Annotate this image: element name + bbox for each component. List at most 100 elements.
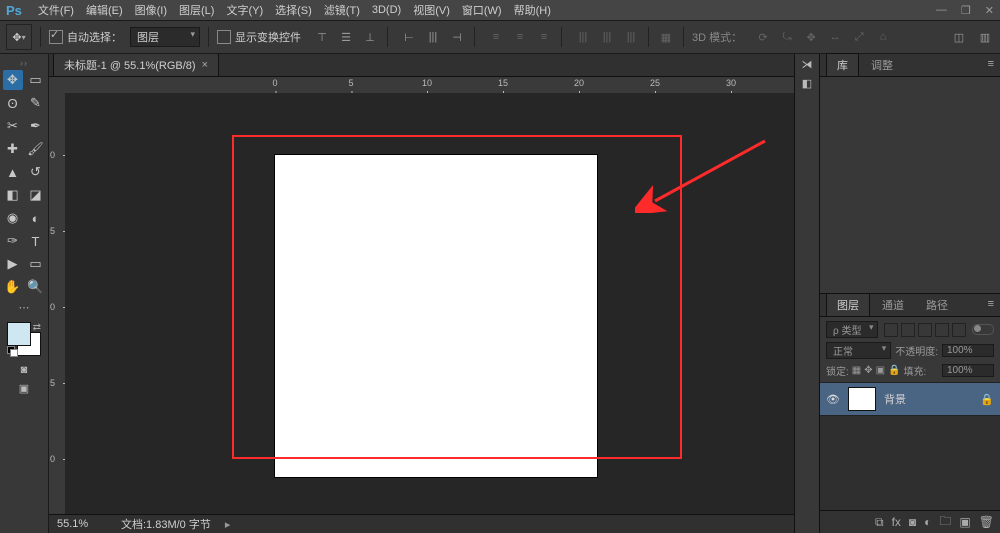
workspace-icon[interactable]: ▥ bbox=[976, 28, 994, 46]
distribute-bottom-icon[interactable]: ≡ bbox=[535, 28, 553, 46]
layer-item-background[interactable]: 👁 背景 🔒 bbox=[820, 382, 1000, 416]
layer-thumbnail[interactable] bbox=[848, 387, 876, 411]
tab-libraries[interactable]: 库 bbox=[826, 53, 859, 76]
distribute-top-icon[interactable]: ≡ bbox=[487, 28, 505, 46]
filter-adjust-icon[interactable] bbox=[901, 323, 915, 337]
lasso-tool[interactable]: ʘ bbox=[3, 93, 23, 113]
adjustment-layer-icon[interactable]: ◐ bbox=[924, 515, 931, 529]
patch-tool[interactable]: ✚ bbox=[3, 139, 23, 159]
zoom-tool[interactable]: 🔍 bbox=[26, 277, 46, 297]
new-layer-icon[interactable]: ▣ bbox=[959, 515, 970, 529]
doc-info-arrow-icon[interactable]: ▸ bbox=[225, 518, 231, 531]
align-bottom-icon[interactable]: ⊥ bbox=[361, 28, 379, 46]
pen-tool[interactable]: ✑ bbox=[3, 231, 23, 251]
layer-list[interactable]: 👁 背景 🔒 bbox=[820, 382, 1000, 510]
document-tab[interactable]: 未标题-1 @ 55.1%(RGB/8) × bbox=[53, 53, 219, 76]
layer-filter-switch[interactable] bbox=[972, 324, 994, 335]
marquee-tool[interactable]: ▭ bbox=[26, 70, 46, 90]
close-tab-icon[interactable]: × bbox=[202, 59, 208, 71]
delete-layer-icon[interactable]: 🗑 bbox=[979, 515, 994, 529]
auto-select-checkbox[interactable]: 自动选择： bbox=[49, 29, 122, 45]
panel-handle[interactable]: ›› bbox=[20, 58, 28, 68]
shape-tool[interactable]: ▭ bbox=[26, 254, 46, 274]
zoom-field[interactable]: 55.1% bbox=[57, 518, 107, 530]
link-layers-icon[interactable]: ⧉ bbox=[875, 515, 884, 530]
doc-info-label[interactable]: 文档:1.83M/0 字节 bbox=[121, 516, 211, 532]
eyedropper-tool[interactable]: ✒ bbox=[26, 116, 46, 136]
dodge-tool[interactable]: ◐ bbox=[26, 208, 46, 228]
quickmask-icon[interactable]: ◙ bbox=[21, 364, 28, 376]
layer-lock-icon[interactable]: 🔒 bbox=[980, 393, 994, 406]
close-button[interactable]: ✕ bbox=[985, 4, 994, 17]
history-brush-tool[interactable]: ↺ bbox=[26, 162, 46, 182]
slide-3d-icon[interactable]: ↔ bbox=[826, 28, 844, 46]
lock-position-icon[interactable]: ✥ bbox=[864, 365, 872, 376]
opacity-field[interactable]: 100% bbox=[942, 344, 994, 357]
gradient-tool[interactable]: ◪ bbox=[26, 185, 46, 205]
minimize-button[interactable]: — bbox=[936, 4, 947, 17]
ruler-corner[interactable] bbox=[49, 77, 66, 94]
align-left-icon[interactable]: ⊢ bbox=[400, 28, 418, 46]
tab-layers[interactable]: 图层 bbox=[826, 293, 870, 316]
swap-colors-icon[interactable]: ⇄ bbox=[33, 322, 41, 333]
filter-shape-icon[interactable] bbox=[935, 323, 949, 337]
menu-image[interactable]: 图像(I) bbox=[129, 2, 173, 18]
tab-adjustments[interactable]: 调整 bbox=[861, 54, 903, 76]
brush-tool[interactable]: 🖌 bbox=[26, 139, 46, 159]
tab-paths[interactable]: 路径 bbox=[916, 294, 958, 316]
lock-all-icon[interactable]: 🔒 bbox=[888, 365, 900, 376]
menu-edit[interactable]: 编辑(E) bbox=[80, 2, 129, 18]
orbit-3d-icon[interactable]: ⟳ bbox=[754, 28, 772, 46]
roll-3d-icon[interactable]: ⤿ bbox=[778, 28, 796, 46]
menu-select[interactable]: 选择(S) bbox=[269, 2, 318, 18]
blend-mode-select[interactable]: 正常 bbox=[826, 342, 891, 359]
lock-artboard-icon[interactable]: ▣ bbox=[876, 365, 885, 376]
menu-type[interactable]: 文字(Y) bbox=[220, 2, 269, 18]
canvas[interactable] bbox=[65, 93, 794, 514]
move-tool[interactable]: ✥ bbox=[3, 70, 23, 90]
type-tool[interactable]: T bbox=[26, 231, 46, 251]
crop-tool[interactable]: ✂ bbox=[3, 116, 23, 136]
hand-tool[interactable]: ✋ bbox=[3, 277, 23, 297]
auto-align-icon[interactable]: ▦ bbox=[657, 28, 675, 46]
distribute-left-icon[interactable]: ||| bbox=[574, 28, 592, 46]
quick-share-icon[interactable]: ◫ bbox=[950, 28, 968, 46]
tool-more-icon[interactable]: ⋯ bbox=[19, 301, 30, 314]
menu-layer[interactable]: 图层(L) bbox=[173, 2, 220, 18]
path-select-tool[interactable]: ▶ bbox=[3, 254, 23, 274]
restore-button[interactable]: ❐ bbox=[961, 4, 971, 17]
tab-channels[interactable]: 通道 bbox=[872, 294, 914, 316]
align-right-icon[interactable]: ⊣ bbox=[448, 28, 466, 46]
filter-type-icon[interactable] bbox=[918, 323, 932, 337]
document-page[interactable] bbox=[275, 155, 597, 477]
distribute-right-icon[interactable]: ||| bbox=[622, 28, 640, 46]
foreground-swatch[interactable] bbox=[7, 322, 31, 346]
layer-mask-icon[interactable]: ◙ bbox=[909, 515, 916, 529]
align-vcenter-icon[interactable]: ☰ bbox=[337, 28, 355, 46]
default-colors-icon[interactable] bbox=[7, 346, 17, 356]
distribute-vcenter-icon[interactable]: ≡ bbox=[511, 28, 529, 46]
lock-pixels-icon[interactable]: ▦ bbox=[852, 365, 861, 376]
filter-pixel-icon[interactable] bbox=[884, 323, 898, 337]
ruler-vertical[interactable]: 0 5 0 5 0 bbox=[49, 93, 66, 514]
color-swatches[interactable]: ⇄ bbox=[7, 322, 41, 356]
auto-select-target-select[interactable]: 图层 bbox=[130, 27, 200, 47]
layer-fx-icon[interactable]: fx bbox=[892, 515, 901, 529]
quick-select-tool[interactable]: ✎ bbox=[26, 93, 46, 113]
transform-controls-checkbox[interactable]: 显示变换控件 bbox=[217, 29, 301, 45]
ruler-horizontal[interactable]: 0 5 10 15 20 25 30 35 bbox=[65, 77, 794, 94]
panel-menu-icon[interactable]: ≡ bbox=[988, 298, 994, 310]
layer-name-label[interactable]: 背景 bbox=[884, 391, 906, 407]
eraser-tool[interactable]: ◧ bbox=[3, 185, 23, 205]
home-3d-icon[interactable]: ⌂ bbox=[874, 28, 892, 46]
history-panel-icon[interactable]: ⧕ bbox=[802, 58, 813, 71]
current-tool-button[interactable]: ✥▾ bbox=[6, 24, 32, 50]
align-top-icon[interactable]: ⊤ bbox=[313, 28, 331, 46]
stamp-tool[interactable]: ▲ bbox=[3, 162, 23, 182]
menu-3d[interactable]: 3D(D) bbox=[366, 4, 407, 16]
properties-panel-icon[interactable]: ◧ bbox=[802, 77, 812, 90]
menu-window[interactable]: 窗口(W) bbox=[456, 2, 508, 18]
layer-group-icon[interactable]: 🗀 bbox=[939, 512, 951, 533]
visibility-eye-icon[interactable]: 👁 bbox=[826, 393, 840, 406]
menu-view[interactable]: 视图(V) bbox=[407, 2, 456, 18]
